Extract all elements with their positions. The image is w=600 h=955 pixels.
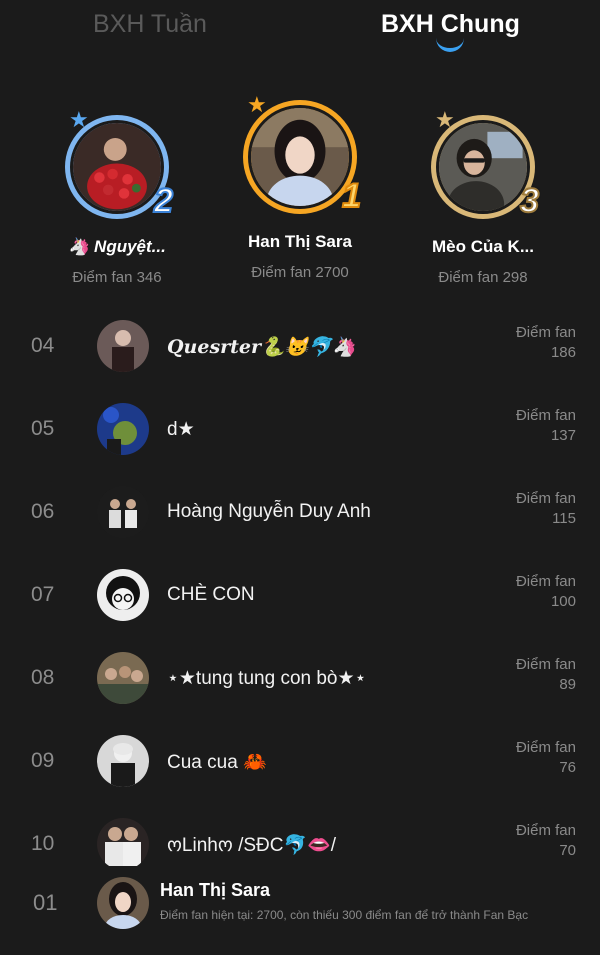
score-label: Điểm fan: [515, 739, 576, 756]
user-name: Han Thị Sara: [160, 880, 271, 900]
user-name: Hoàng Nguyễn Duy Anh: [167, 501, 371, 522]
rank-number: 05: [31, 417, 55, 440]
crown-icon: ★: [69, 107, 89, 132]
score-value: 76: [559, 759, 576, 776]
avatar-ring-silver: ★ 2: [65, 109, 174, 221]
rank-number: 04: [31, 334, 55, 357]
rank-number: 08: [31, 666, 55, 689]
crown-icon: ★: [435, 107, 455, 132]
avatar: [97, 569, 149, 621]
user-name: Cua cua 🦀: [167, 752, 267, 773]
podium-name: 🦄 Nguyệt...: [68, 237, 166, 256]
list-item[interactable]: 06 Hoàng Nguyễn Duy Anh Điểm fan 115: [0, 486, 600, 569]
list-item[interactable]: 08 ⋆★tung tung con bò★⋆ Điểm fan 89: [0, 652, 600, 735]
active-tab-indicator: [436, 38, 464, 52]
list-item[interactable]: 09 Cua cua 🦀 Điểm fan 76: [0, 735, 600, 818]
crown-icon: ★: [247, 92, 267, 117]
tab-bar: BXH Tuần BXH Chung: [0, 0, 600, 60]
list-item[interactable]: 05 d★ Điểm fan 137: [0, 403, 600, 486]
user-name: CHÈ CON: [167, 584, 255, 605]
avatar: [97, 320, 149, 372]
rank-2-badge: 2: [153, 181, 174, 221]
podium-name: Mèo Của K...: [431, 237, 534, 256]
avatar: [97, 735, 149, 787]
rank-number: 01: [33, 890, 58, 915]
score-value: 115: [552, 510, 576, 527]
podium-rank-1[interactable]: ★ 1 Han Thị Sara Điểm fan 2700: [200, 94, 400, 281]
score-value: 89: [559, 676, 576, 693]
avatar: [97, 818, 149, 870]
avatar-ring-gold: ★ 1: [243, 94, 362, 216]
podium-score: Điểm fan 2700: [251, 264, 349, 281]
avatar: [97, 486, 149, 538]
score-value: 70: [559, 842, 576, 859]
list-item[interactable]: 07 CHÈ CON Điểm fan 100: [0, 569, 600, 652]
score-label: Điểm fan: [515, 822, 576, 839]
avatar: [248, 105, 352, 209]
podium-rank-2[interactable]: ★ 2 🦄 Nguyệt... Điểm fan 346: [17, 100, 217, 286]
podium-score: Điểm fan 346: [72, 269, 162, 286]
rank-number: 06: [31, 500, 55, 523]
score-label: Điểm fan: [515, 656, 576, 673]
rank-1-badge: 1: [341, 176, 362, 216]
fan-progress-info: Điểm fan hiện tại: 2700, còn thiếu 300 đ…: [160, 908, 529, 922]
podium-score: Điểm fan 298: [438, 269, 528, 286]
score-label: Điểm fan: [515, 573, 576, 590]
score-label: Điểm fan: [515, 407, 576, 424]
podium-rank-3[interactable]: ★ 3 Mèo Của K... Điểm fan 298: [383, 100, 583, 286]
user-name: ⋆★tung tung con bò★⋆: [167, 668, 367, 689]
avatar-ring-bronze: ★ 3: [431, 109, 540, 221]
tab-weekly[interactable]: BXH Tuần: [93, 10, 207, 39]
rank-number: 09: [31, 749, 55, 772]
user-name: d★: [167, 419, 195, 440]
avatar: [97, 652, 149, 704]
rank-number: 10: [31, 832, 55, 855]
user-name: Quesrter🐍😼🐬🦄: [167, 336, 356, 358]
score-label: Điểm fan: [515, 324, 576, 341]
avatar: [97, 877, 149, 929]
podium-name: Han Thị Sara: [248, 232, 352, 251]
avatar: [97, 403, 149, 455]
avatar: [436, 120, 530, 214]
score-value: 137: [550, 427, 576, 444]
score-value: 186: [550, 344, 576, 361]
score-value: 100: [550, 593, 576, 610]
current-user-row[interactable]: 01 Han Thị Sara Điểm fan hiện tại: 2700,…: [0, 866, 600, 955]
rank-3-badge: 3: [519, 181, 540, 221]
list-item[interactable]: 04 Quesrter🐍😼🐬🦄 Điểm fan 186: [0, 320, 600, 403]
tab-overall[interactable]: BXH Chung: [381, 10, 520, 39]
avatar: [70, 120, 164, 214]
user-name: ოLinhო /SĐC🐬👄/: [167, 835, 337, 856]
rank-number: 07: [31, 583, 55, 606]
score-label: Điểm fan: [515, 490, 576, 507]
